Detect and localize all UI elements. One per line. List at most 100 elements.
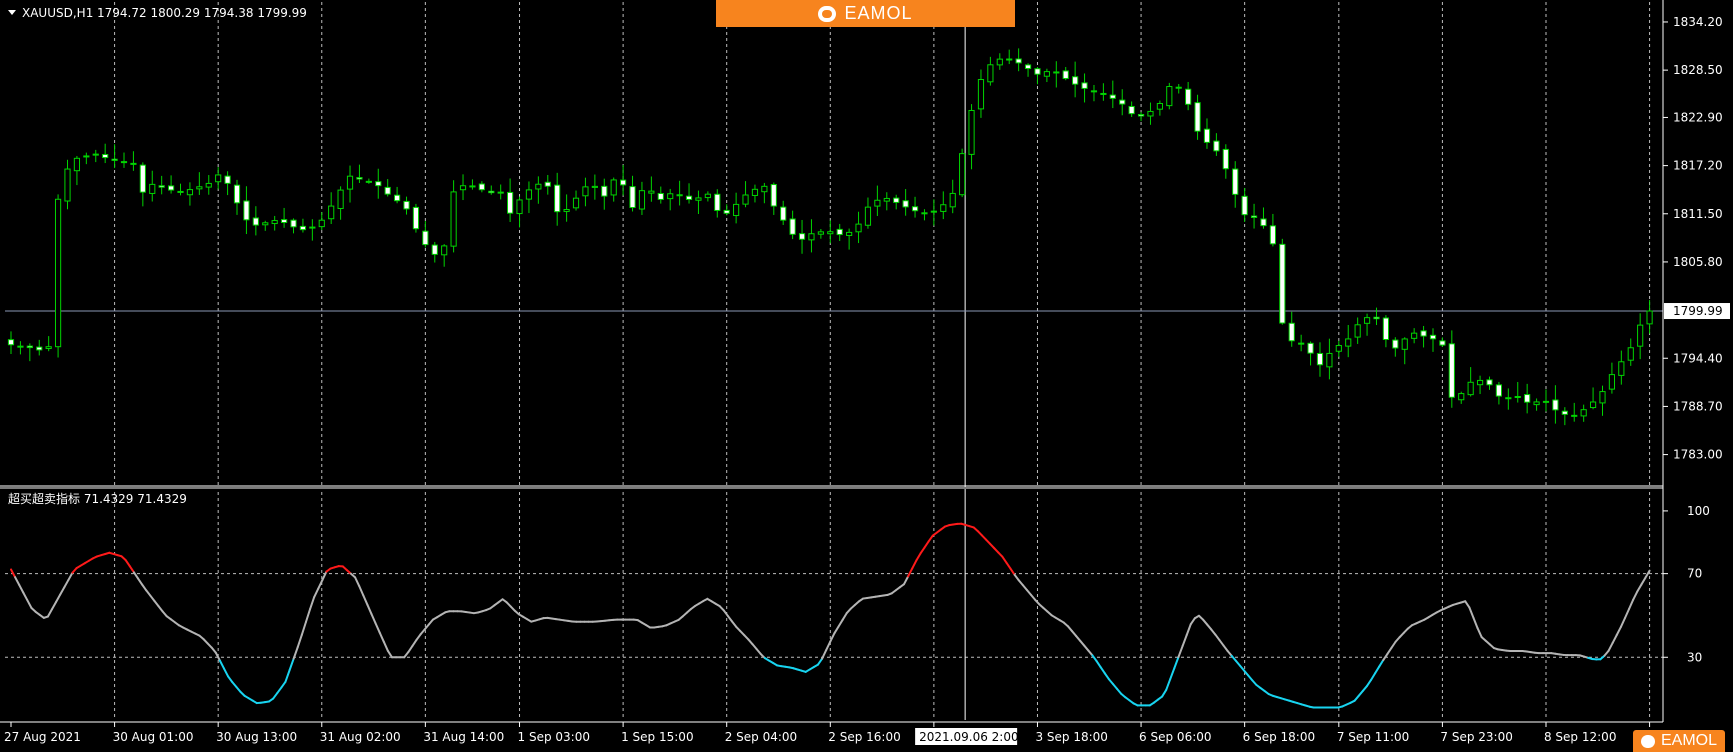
candle-body [1081,82,1088,89]
candle-body [930,210,937,213]
candle-body [1486,379,1493,386]
candle-body [544,181,551,187]
candle-body [1514,396,1521,399]
candle-body [1024,64,1032,70]
candle-body [714,193,721,211]
indicator-tick-label: 30 [1687,650,1702,664]
candle-body [591,185,598,188]
candle-body [638,190,646,210]
candle-body [685,195,693,200]
candle-body [1090,90,1098,93]
candle-body [629,186,636,209]
candle-body [846,231,853,236]
candle-body [318,219,325,228]
time-tick-label: 7 Sep 23:00 [1440,730,1512,744]
candle-body [17,345,24,348]
candle-body [1401,338,1408,350]
candle-body [780,206,787,221]
candle-body [977,79,985,110]
indicator-label: 超买超卖指标 71.4329 71.4329 [8,491,187,506]
candle-body [1420,330,1427,337]
candle-body [1185,88,1192,105]
candle-body [1646,310,1653,325]
candle-body [817,231,824,235]
candle-body [648,190,655,194]
candle-body [1476,379,1484,386]
candle-body [798,233,806,240]
candle-body [1222,148,1229,170]
candle-body [620,179,627,186]
candle-body [375,181,382,187]
candle-body [1298,342,1305,345]
price-tick-label: 1834.20 [1673,15,1723,29]
candle-body [459,185,467,191]
candle-body [582,186,589,197]
candle-body [262,222,269,226]
candle-body [808,233,815,241]
candle-body [1618,361,1625,376]
time-tick-label: 8 Sep 12:00 [1544,730,1616,744]
candle-body [488,190,495,194]
candle-body [205,182,212,188]
candle-body [1288,322,1295,342]
candle-body [1335,345,1342,352]
candle-body [54,198,62,348]
candle-body [384,186,391,195]
candle[interactable] [54,194,62,358]
symbol-label[interactable]: XAUUSD,H1 [22,6,93,20]
candle-body [601,185,608,197]
candle-body [1326,352,1333,368]
candle-body [921,212,928,215]
candle-body [1354,324,1361,338]
candle-body [1137,114,1145,117]
candle-body [1637,324,1644,347]
current-price-label: 1799.99 [1673,304,1723,318]
candle-body [309,226,316,229]
candle-body [1006,58,1013,61]
candle-body [26,345,33,349]
candle-body [704,193,711,199]
candle-body [1542,400,1550,403]
candle-body [478,183,485,191]
candle-body [1147,110,1154,117]
time-tick-label: 1 Sep 15:00 [621,730,693,744]
candle[interactable] [959,148,966,198]
candle-body [742,194,749,205]
price-tick-label: 1811.50 [1673,207,1723,221]
candle-body [1561,410,1568,415]
candle-body [1269,225,1276,245]
candle-body [365,180,372,183]
candle-body [1166,86,1173,107]
candle-body [1571,414,1578,417]
candle-body [911,206,919,212]
candle-body [1194,102,1201,132]
candle[interactable] [1279,238,1286,325]
trading-chart[interactable]: 1834.20 1828.50 1822.90 1817.20 1811.50 1805.… [0,0,1733,752]
candle-body [770,184,777,207]
time-tick-label: 27 Aug 2021 [4,730,81,744]
candle-body [1015,58,1022,64]
candle-body [1495,384,1502,397]
candle-body [215,174,222,183]
candle-body [535,183,542,190]
candle-body [1279,243,1286,324]
candle-body [1363,317,1371,324]
candle-body [1241,195,1248,216]
candle-body [431,244,438,255]
candle-body [149,183,156,194]
candle-body [1109,94,1116,99]
candle-body [563,208,570,212]
candle[interactable] [412,203,420,233]
candle-body [836,228,843,236]
indicator-tick-label: 100 [1687,504,1710,518]
candle[interactable] [1166,82,1173,110]
candle-body [73,157,81,172]
candle-body [864,206,872,226]
candle-body [120,161,128,164]
candle-body [987,64,994,83]
candle-body [667,193,674,200]
time-tick-label: 30 Aug 01:00 [113,730,194,744]
candle-body [1128,105,1135,115]
brand-logo-icon [818,5,837,22]
candle-body [1053,71,1060,74]
